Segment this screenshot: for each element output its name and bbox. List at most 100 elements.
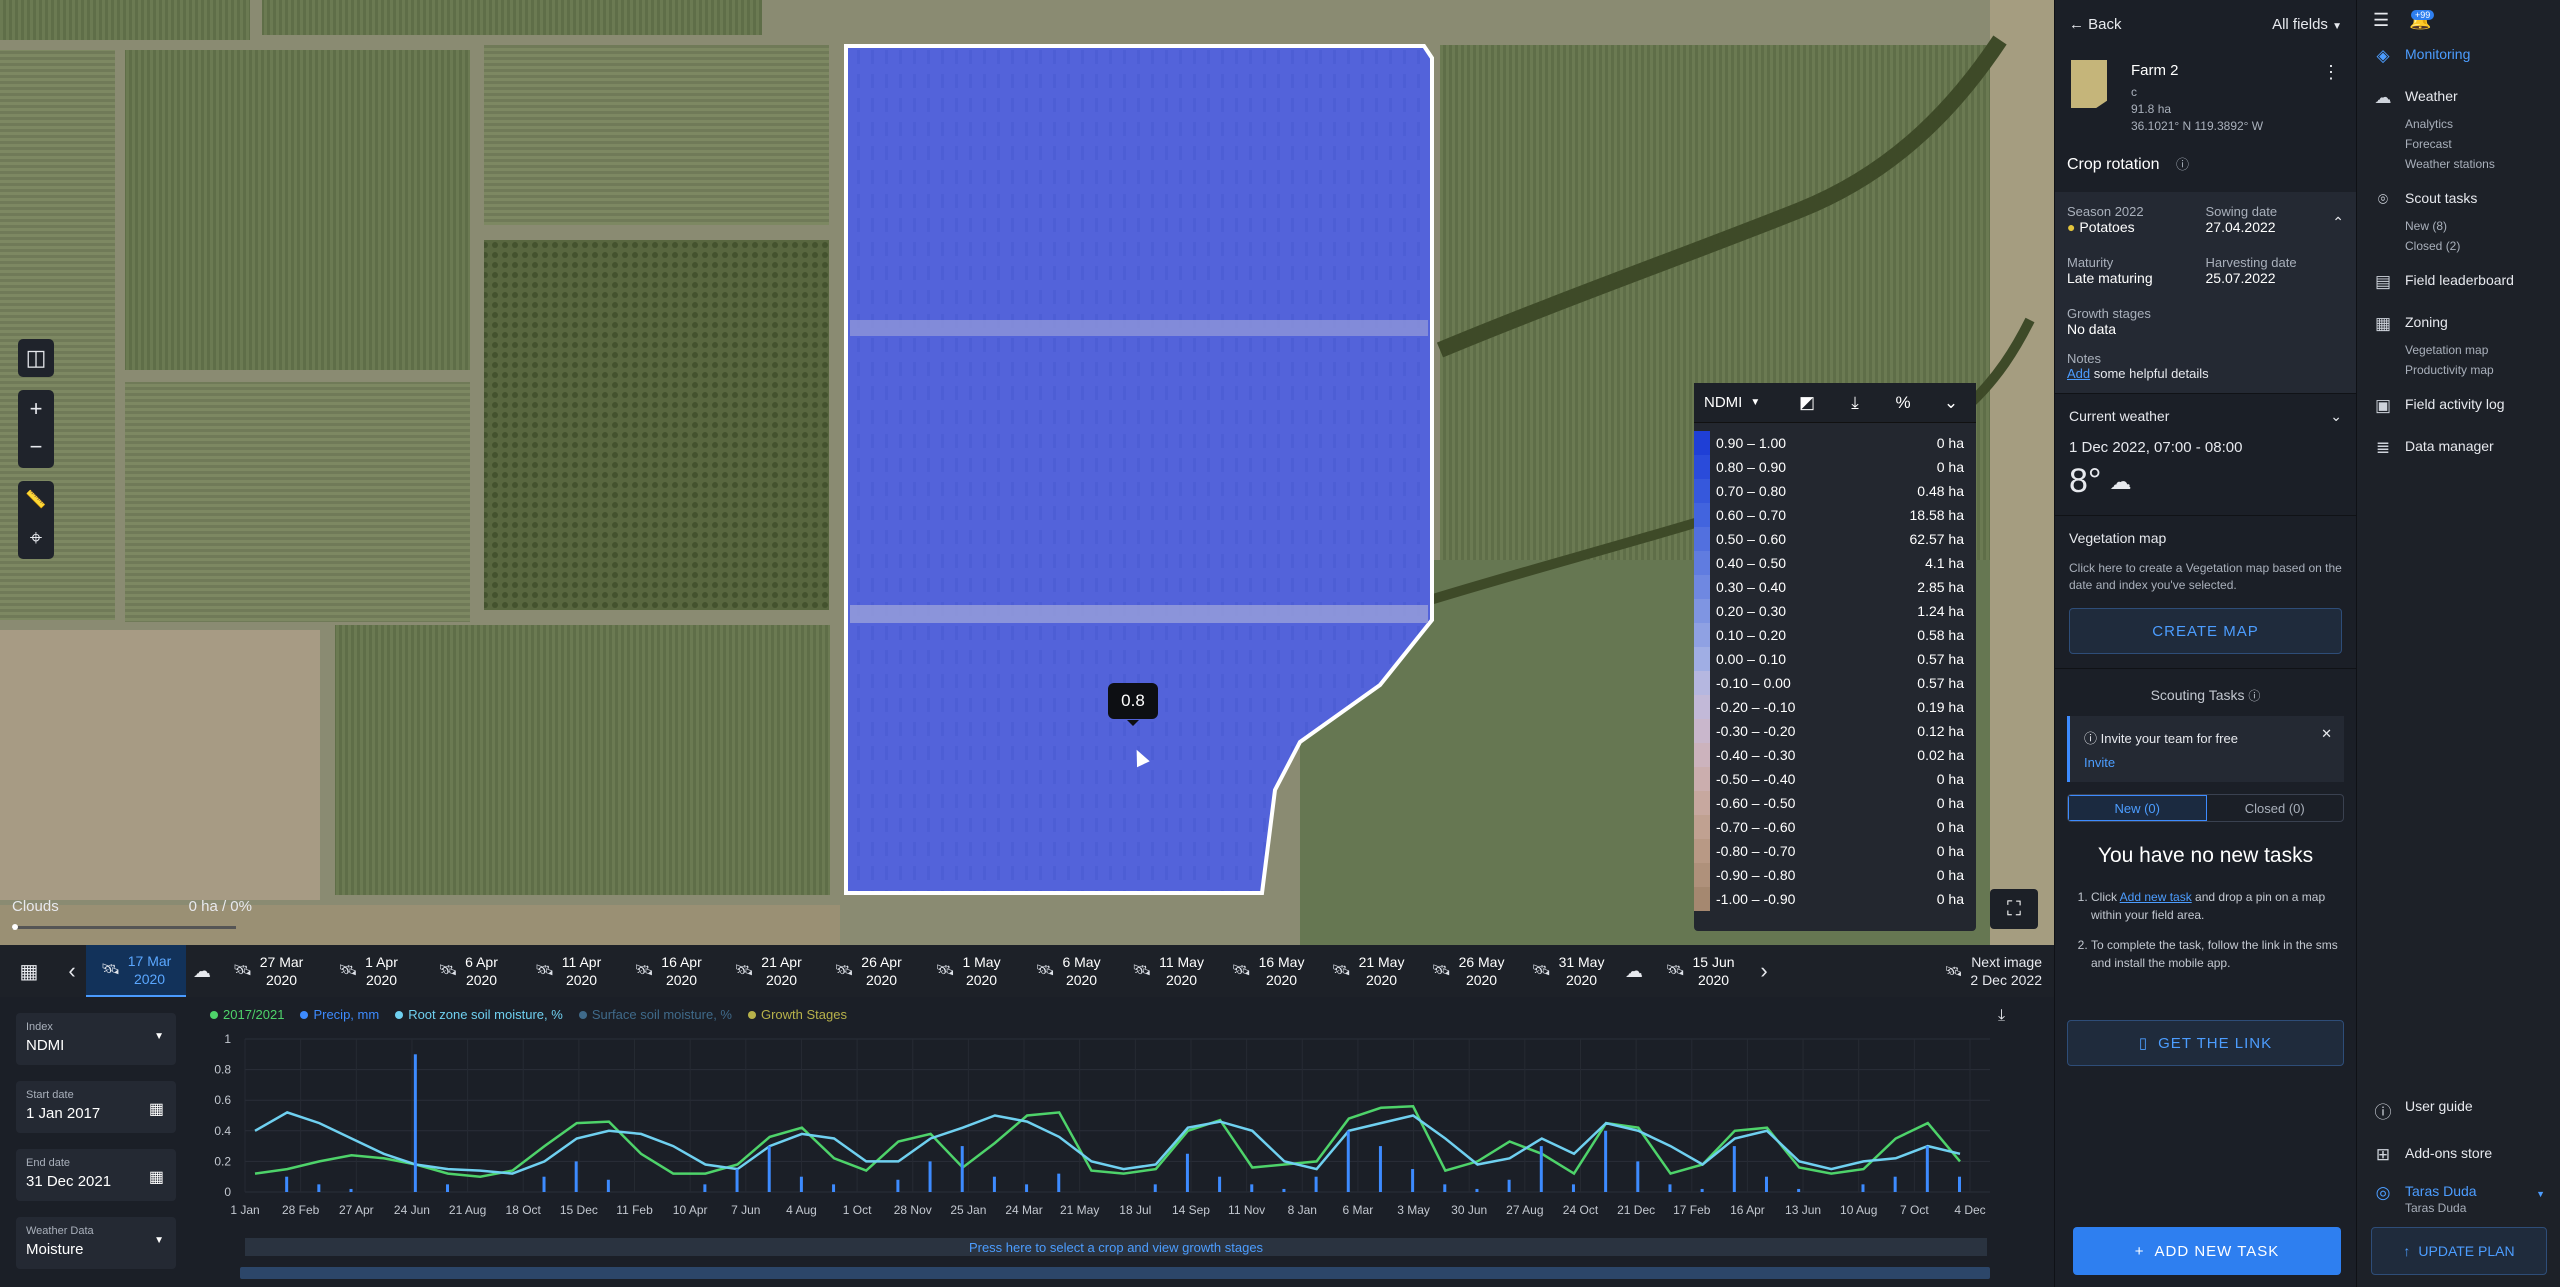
timeline-date[interactable]: 🛰 27 Mar 2020 [218, 945, 318, 997]
index-select[interactable]: NDMI ▼ [1704, 394, 1774, 411]
satellite-icon: 🛰 [1035, 962, 1055, 979]
zoom-out-button[interactable]: − [18, 428, 54, 466]
clouds-slider[interactable] [12, 924, 236, 930]
sidebar-item-field-activity-log[interactable]: ▣ Field activity log [2357, 390, 2560, 422]
legend-rows: 0.90 – 1.00 0 ha 0.80 – 0.90 0 ha 0.70 – 0.8… [1694, 423, 1976, 911]
chart-legend-item[interactable]: Precip, mm [300, 1007, 379, 1022]
x-tick-label: 16 Apr [1730, 1203, 1765, 1217]
nav-group: ⌾ Scout tasks New (8) Closed (2) [2357, 184, 2560, 256]
zoom-in-button[interactable]: + [18, 390, 54, 428]
legend-value: 1.24 ha [1917, 603, 1964, 619]
sidebar-subitem[interactable]: Analytics [2357, 114, 2560, 134]
timeline-date-text: 21 Apr 2020 [761, 954, 802, 988]
sidebar-subitem[interactable]: Closed (2) [2357, 236, 2560, 256]
percent-icon[interactable]: % [1888, 388, 1918, 418]
timeline-date[interactable]: 🛰 6 Apr 2020 [418, 945, 518, 997]
sidebar-subitem[interactable]: Productivity map [2357, 360, 2560, 380]
timeline-date[interactable]: 🛰 11 Apr 2020 [518, 945, 618, 997]
timeline-date[interactable]: 🛰 21 May 2020 [1318, 945, 1418, 997]
compare-view-icon[interactable]: ◫ [18, 339, 54, 377]
sidebar-item-monitoring[interactable]: ◈ Monitoring [2357, 40, 2560, 72]
chart-legend-item[interactable]: Root zone soil moisture, % [395, 1007, 563, 1022]
ruler-icon[interactable]: 📏 [18, 481, 54, 519]
invite-link[interactable]: Invite [2084, 755, 2330, 770]
time-series-chart[interactable]: 1 0.8 0.6 0.4 0.2 0 1 Jan 28 Feb 27 Apr 24 Jun 21 … [200, 1027, 2000, 1237]
start-date-label: Start date [26, 1089, 74, 1101]
info-icon[interactable]: ⓘ [2248, 689, 2260, 703]
x-tick-label: 4 Dec [1954, 1203, 1985, 1217]
chart-legend-item[interactable]: 2017/2021 [210, 1007, 284, 1022]
crop-selection-strip[interactable]: Press here to select a crop and view gro… [245, 1238, 1987, 1256]
add-new-task-button[interactable]: + ADD NEW TASK [2073, 1227, 2341, 1275]
get-the-link-button[interactable]: ▯ GET THE LINK [2067, 1020, 2344, 1066]
timeline-next-button[interactable]: › [1750, 945, 1778, 997]
sidebar-subitem[interactable]: Forecast [2357, 134, 2560, 154]
timeline-date[interactable]: 🛰 15 Jun 2020 [1650, 945, 1750, 997]
sidebar-item-field-leaderboard[interactable]: ▤ Field leaderboard [2357, 266, 2560, 298]
precip-bar [1861, 1184, 1865, 1192]
sidebar-item-zoning[interactable]: ▦ Zoning [2357, 308, 2560, 340]
fullscreen-icon[interactable]: ⛶ [1990, 889, 2038, 929]
next-image-button[interactable]: 🛰 Next image 2 Dec 2022 [1934, 945, 2054, 997]
weather-data-dropdown[interactable]: Weather Data Moisture ▼ [16, 1217, 176, 1269]
add-new-task-link[interactable]: Add new task [2120, 890, 2192, 904]
sidebar-subitem[interactable]: New (8) [2357, 216, 2560, 236]
timeline-date[interactable]: 🛰 26 Apr 2020 [818, 945, 918, 997]
chart-legend-item[interactable]: Growth Stages [747, 1007, 847, 1022]
user-menu[interactable]: ◎ Taras Duda Taras Duda ▼ [2357, 1177, 2560, 1221]
sidebar-subitem[interactable]: Weather stations [2357, 154, 2560, 174]
season-card[interactable]: Season 2022 ● Potatoes Sowing date 27.04.2… [2055, 192, 2356, 393]
sidebar-item-scout-tasks[interactable]: ⌾ Scout tasks [2357, 184, 2560, 216]
tab-closed[interactable]: Closed (0) [2207, 795, 2344, 821]
chart-range-scrollbar[interactable] [240, 1267, 1990, 1279]
info-icon[interactable]: ⓘ [2176, 157, 2189, 172]
nav-group: ◈ Monitoring [2357, 40, 2560, 72]
timeline-date-text: 16 Apr 2020 [661, 954, 702, 988]
end-date-field[interactable]: End date 31 Dec 2021 ▦ [16, 1149, 176, 1201]
timeline-date[interactable]: 🛰 1 Apr 2020 [318, 945, 418, 997]
more-options-icon[interactable]: ⋮ [2322, 62, 2340, 83]
chevron-down-icon[interactable]: ⌄ [1936, 388, 1966, 418]
locate-icon[interactable]: ⌖ [18, 519, 54, 557]
timeline-date[interactable]: 🛰 31 May 2020 [1518, 945, 1618, 997]
cloudy-image-icon[interactable]: ☁ [186, 961, 218, 982]
legend-row: -0.60 – -0.50 0 ha [1694, 791, 1976, 815]
user-guide-link[interactable]: ⓘ User guide [2357, 1092, 2560, 1129]
timeline-date[interactable]: 🛰 1 May 2020 [918, 945, 1018, 997]
sidebar-subitem[interactable]: Vegetation map [2357, 340, 2560, 360]
index-dropdown[interactable]: Index NDMI ▼ [16, 1013, 176, 1065]
timeline-prev-button[interactable]: ‹ [58, 945, 86, 997]
image-compare-icon[interactable]: ◩ [1792, 388, 1822, 418]
timeline-date[interactable]: 🛰 6 May 2020 [1018, 945, 1118, 997]
add-notes-link[interactable]: Add [2067, 366, 2090, 381]
timeline-date[interactable]: 🛰 16 Apr 2020 [618, 945, 718, 997]
timeline-date[interactable]: 🛰 16 May 2020 [1218, 945, 1318, 997]
satellite-map[interactable]: ◫ + − 📏 ⌖ 0.8 NDMI ▼ ◩ ⤓ % ⌄ 0.90 – 1.00 0… [0, 0, 2054, 945]
sidebar-item-data-manager[interactable]: ≣ Data manager [2357, 432, 2560, 464]
all-fields-dropdown[interactable]: All fields ▼ [2272, 16, 2342, 33]
chevron-down-icon[interactable]: ⌄ [2330, 408, 2342, 425]
download-icon[interactable]: ⤓ [1840, 388, 1870, 418]
cloudy-image-icon[interactable]: ☁ [1618, 961, 1650, 982]
chevron-up-icon[interactable]: ⌃ [2332, 214, 2344, 231]
clouds-slider-handle[interactable] [12, 924, 18, 930]
menu-icon[interactable]: ☰ [2373, 10, 2389, 31]
calendar-icon[interactable]: ▦ [0, 959, 58, 984]
sidebar-item-label: Weather [2405, 88, 2458, 104]
create-map-button[interactable]: CREATE MAP [2069, 608, 2342, 654]
legend-value: 0 ha [1936, 819, 1964, 835]
timeline-date[interactable]: 🛰 11 May 2020 [1118, 945, 1218, 997]
timeline-date[interactable]: 🛰 26 May 2020 [1418, 945, 1518, 997]
start-date-field[interactable]: Start date 1 Jan 2017 ▦ [16, 1081, 176, 1133]
addons-store-link[interactable]: ⊞ Add-ons store [2357, 1139, 2560, 1171]
chart-download-icon[interactable]: ⤓ [1998, 1007, 2005, 1025]
legend-range: 0.50 – 0.60 [1716, 531, 1787, 547]
tab-new[interactable]: New (0) [2068, 795, 2207, 821]
timeline-date[interactable]: 🛰 21 Apr 2020 [718, 945, 818, 997]
close-icon[interactable]: ✕ [2321, 726, 2332, 742]
timeline-date[interactable]: 🛰 17 Mar 2020 [86, 945, 186, 997]
sidebar-item-weather[interactable]: ☁ Weather [2357, 82, 2560, 114]
chart-legend-item[interactable]: Surface soil moisture, % [578, 1007, 732, 1022]
update-plan-button[interactable]: ↑ UPDATE PLAN [2371, 1227, 2547, 1275]
back-button[interactable]: ← Back [2069, 16, 2122, 33]
